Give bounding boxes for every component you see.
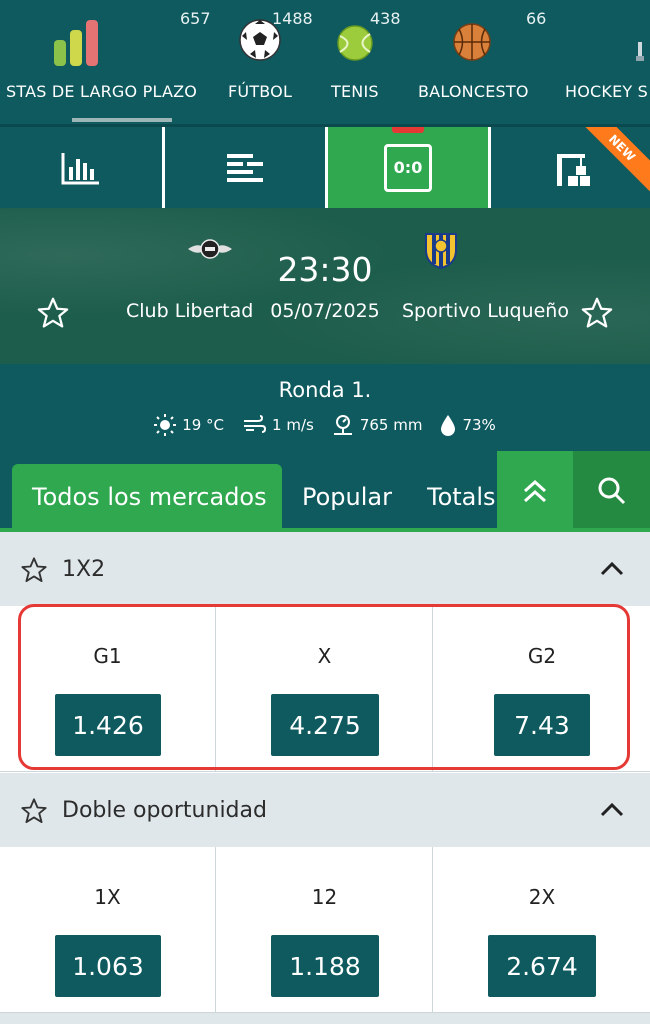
sport-label: HOCKEY S (565, 82, 649, 101)
match-header: 23:30 Club Libertad 05/07/2025 Sportivo … (0, 208, 650, 364)
outcome-cell: G1 1.426 (0, 606, 216, 772)
pressure: 765 mm (332, 414, 423, 436)
market-header-1x2[interactable]: 1X2 (0, 532, 650, 606)
scoreboard-icon: 0:0 (384, 143, 432, 192)
odds-row-1x2: G1 1.426 X 4.275 G2 7.43 (0, 606, 650, 772)
temperature-value: 19 °C (182, 416, 225, 434)
sport-label: FÚTBOL (228, 82, 293, 101)
tab-popular[interactable]: Popular (302, 464, 392, 530)
sport-count: 66 (526, 9, 547, 28)
score-label: 0:0 (393, 158, 423, 177)
pressure-value: 765 mm (359, 416, 423, 434)
wind-value: 1 m/s (272, 416, 314, 434)
hockey-icon (636, 42, 644, 61)
tab-all-markets[interactable]: Todos los mercados (12, 464, 282, 530)
bar-chart-icon (54, 20, 98, 66)
sun-icon (154, 414, 177, 436)
match-time: 23:30 (277, 250, 373, 289)
odds-button[interactable]: 4.275 (271, 694, 379, 756)
sport-item-baloncesto[interactable]: 66 BALONCESTO (410, 0, 550, 124)
outcome-label: 1X (94, 885, 121, 909)
outcome-cell: 1X 1.063 (0, 847, 216, 1013)
builder-tab[interactable]: NEW (491, 127, 650, 208)
outcome-label: X (317, 644, 332, 668)
soccer-ball-icon (239, 19, 281, 61)
odds-row-double-chance: 1X 1.063 12 1.188 2X 2.674 (0, 847, 650, 1013)
wind: 1 m/s (242, 415, 314, 435)
market-tabs: Todos los mercados Popular Totals (0, 451, 650, 530)
outcome-label: 2X (528, 885, 556, 909)
outcome-label: G1 (93, 644, 122, 668)
temperature: 19 °C (154, 414, 224, 436)
sport-count: 438 (370, 9, 401, 28)
pressure-icon (333, 415, 352, 435)
round-title: Ronda 1. (278, 378, 372, 402)
active-tab-indicator (392, 127, 424, 133)
sport-item-hockey[interactable]: HOCKEY S (560, 0, 650, 124)
odds-button[interactable]: 1.426 (55, 694, 161, 756)
round-info: Ronda 1. 19 °C 1 m/s 765 mm 73% (0, 364, 650, 464)
outcome-cell: G2 7.43 (434, 606, 650, 772)
tab-totals[interactable]: Totals (427, 464, 497, 530)
sport-label: TENIS (331, 82, 379, 101)
wind-icon (244, 415, 267, 433)
market-name: Doble oportunidad (62, 797, 267, 823)
chevron-up-icon[interactable] (600, 801, 624, 817)
search-button[interactable] (573, 451, 650, 530)
odds-button[interactable]: 2.674 (488, 935, 596, 997)
outcome-label: G2 (527, 644, 557, 668)
sports-nav: 657 STAS DE LARGO PLAZO 1488 FÚTBOL 438 … (0, 0, 650, 124)
odds-button[interactable]: 1.063 (55, 935, 161, 997)
stats-tab[interactable] (0, 127, 165, 208)
sport-item-tenis[interactable]: 438 TENIS (318, 0, 401, 124)
match-toolbar: 0:0 NEW (0, 124, 650, 208)
sport-label: STAS DE LARGO PLAZO (6, 82, 198, 101)
sport-item-long-term[interactable]: 657 STAS DE LARGO PLAZO (0, 0, 211, 124)
statistics-icon (61, 152, 99, 184)
market-name: 1X2 (62, 556, 106, 582)
humidity-value: 73% (462, 416, 496, 434)
double-chevron-up-icon (523, 479, 547, 502)
humidity: 73% (440, 414, 496, 436)
water-drop-icon (441, 415, 456, 436)
list-icon (227, 153, 263, 182)
away-team-name: Sportivo Luqueño (402, 300, 569, 322)
sport-item-futbol[interactable]: 1488 FÚTBOL (212, 0, 313, 124)
odds-button[interactable]: 7.43 (494, 694, 590, 756)
outcome-cell: 12 1.188 (217, 847, 433, 1013)
tennis-ball-icon (337, 25, 373, 61)
odds-button[interactable]: 1.188 (271, 935, 379, 997)
weather-bar: 19 °C 1 m/s 765 mm 73% (0, 414, 650, 436)
favorite-star-icon[interactable] (20, 556, 48, 584)
favorite-star-icon[interactable] (580, 296, 614, 330)
chevron-up-icon[interactable] (600, 560, 624, 576)
nav-active-indicator (72, 118, 172, 122)
crane-icon (556, 153, 590, 186)
search-icon (598, 477, 625, 504)
basketball-icon (453, 23, 491, 61)
outcome-cell: 2X 2.674 (434, 847, 650, 1013)
market-header-double-chance[interactable]: Doble oportunidad (0, 773, 650, 847)
outcome-cell: X 4.275 (217, 606, 433, 772)
sport-label: BALONCESTO (418, 82, 529, 101)
sport-count: 657 (180, 9, 211, 28)
next-market-header (0, 1013, 650, 1024)
collapse-all-button[interactable] (497, 451, 573, 530)
lineup-tab[interactable] (165, 127, 325, 208)
score-tab[interactable]: 0:0 (325, 127, 491, 208)
favorite-star-icon[interactable] (20, 797, 48, 825)
outcome-label: 12 (311, 885, 338, 909)
